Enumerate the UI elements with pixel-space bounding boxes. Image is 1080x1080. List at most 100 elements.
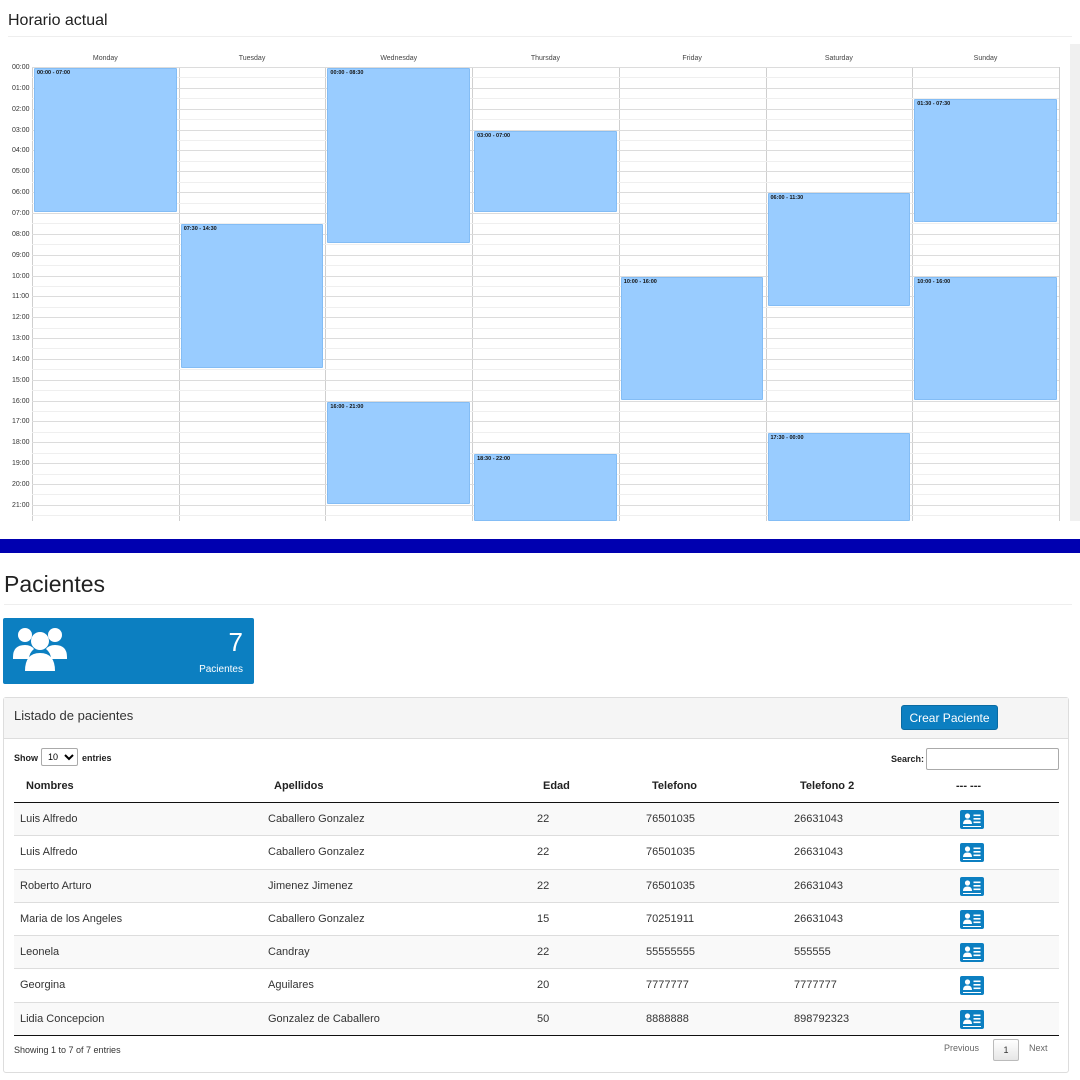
create-patient-button[interactable]: Crear Paciente — [901, 705, 998, 730]
cell-nombres: Luis Alfredo — [20, 846, 78, 859]
hour-label: 16:00 — [12, 397, 30, 405]
hour-label: 01:00 — [12, 84, 30, 92]
patient-card-icon — [963, 813, 981, 827]
cell-telefono-2: 26631043 — [794, 846, 843, 859]
hour-label: 00:00 — [12, 64, 30, 71]
hour-label: 10:00 — [12, 272, 30, 280]
cell-telefono-2: 898792323 — [794, 1012, 850, 1025]
cell-apellidos: Caballero Gonzalez — [268, 846, 365, 859]
hour-line — [32, 67, 1059, 68]
search-input[interactable] — [926, 748, 1059, 770]
schedule-event[interactable]: 18:30 - 22:00 — [474, 453, 617, 521]
hour-label: 08:00 — [12, 230, 30, 238]
cell-edad: 20 — [537, 979, 550, 992]
cell-edad: 50 — [537, 1012, 550, 1025]
day-header-friday: Friday — [682, 55, 702, 62]
column-header-telefono[interactable]: Telefono — [652, 780, 697, 792]
half-hour-line — [32, 390, 1059, 392]
view-patient-button[interactable] — [960, 810, 984, 829]
cell-edad: 22 — [537, 846, 550, 859]
patient-card-icon — [963, 979, 981, 994]
view-patient-button[interactable] — [960, 909, 984, 929]
half-hour-line — [32, 119, 1059, 121]
patient-card-icon — [963, 913, 981, 927]
hour-label: 14:00 — [12, 355, 30, 363]
schedule-event[interactable]: 10:00 - 16:00 — [914, 276, 1057, 400]
hour-line — [32, 87, 1059, 89]
table-row: Lidia Concepcion Gonzalez de Caballero 50 8… — [14, 1002, 1059, 1037]
day-header-saturday: Saturday — [824, 55, 853, 62]
column-header-telefono-2[interactable]: Telefono 2 — [800, 780, 854, 792]
schedule-event[interactable]: 00:00 - 08:30 — [327, 68, 471, 244]
cell-edad: 22 — [537, 946, 550, 959]
hour-label: 04:00 — [12, 147, 30, 155]
hour-label: 07:00 — [12, 209, 30, 217]
page-1-button[interactable]: 1 — [993, 1039, 1019, 1061]
day-header-sunday: Sunday — [973, 55, 998, 62]
half-hour-line — [32, 411, 1059, 413]
table-header: Nombres Apellidos Edad Telefono Telefono… — [14, 772, 1059, 803]
cell-telefono-2: 7777777 — [794, 979, 837, 992]
cell-apellidos: Caballero Gonzalez — [268, 912, 365, 925]
patients-count-label: Pacientes — [199, 664, 243, 675]
hour-line — [32, 108, 1059, 110]
length-show-label: Show — [14, 753, 38, 763]
day-header-tuesday: Tuesday — [238, 55, 266, 62]
entries-length-select[interactable]: 10 — [41, 748, 78, 766]
hour-label: 11:00 — [12, 293, 29, 301]
table-row: Georgina Aguilares 20 7777777 7777777 — [14, 969, 1059, 1003]
cell-telefono-2: 26631043 — [794, 813, 843, 825]
panel-title: Listado de pacientes — [14, 708, 134, 723]
table-row: Leonela Candray 22 55555555 555555 — [14, 936, 1059, 970]
column-header-edad[interactable]: Edad — [543, 780, 570, 792]
patient-card-icon — [963, 846, 981, 861]
next-page-button[interactable]: Next — [1023, 1039, 1054, 1057]
cell-telefono-2: 555555 — [794, 946, 831, 959]
schedule-event[interactable]: 01:30 - 07:30 — [914, 99, 1057, 223]
cell-telefono: 76501035 — [646, 813, 695, 825]
column-header-nombres[interactable]: Nombres — [26, 780, 74, 792]
previous-page-button[interactable]: Previous — [938, 1039, 985, 1057]
hour-label: 12:00 — [12, 314, 30, 322]
hour-label: 02:00 — [12, 105, 30, 113]
cell-nombres: Leonela — [20, 946, 60, 959]
view-patient-button[interactable] — [960, 943, 984, 963]
column-header-apellidos[interactable]: Apellidos — [274, 780, 324, 792]
hour-label: 20:00 — [12, 481, 30, 488]
view-patient-button[interactable] — [960, 976, 984, 996]
schedule-event[interactable]: 06:00 - 11:30 — [767, 193, 911, 306]
cell-telefono: 8888888 — [646, 1012, 689, 1025]
hour-label: 17:00 — [12, 418, 30, 426]
view-patient-button[interactable] — [960, 1009, 984, 1029]
day-header-wednesday: Wednesday — [380, 55, 418, 62]
cell-nombres: Roberto Arturo — [20, 879, 92, 892]
hour-label: 09:00 — [12, 251, 30, 259]
hour-label: 13:00 — [12, 335, 30, 343]
schedule-scrollbar[interactable] — [1070, 44, 1080, 521]
half-hour-line — [32, 77, 1059, 79]
patient-card-icon — [963, 1013, 981, 1027]
schedule-event[interactable]: 10:00 - 16:00 — [620, 276, 764, 400]
cell-edad: 22 — [537, 879, 550, 892]
cell-edad: 15 — [537, 912, 550, 925]
view-patient-button[interactable] — [960, 843, 984, 863]
view-patient-button[interactable] — [960, 876, 984, 896]
panel-header: Listado de pacientes Crear Paciente — [4, 698, 1068, 739]
cell-telefono-2: 26631043 — [794, 912, 843, 925]
schedule-event[interactable]: 07:30 - 14:30 — [180, 224, 324, 369]
schedule-event[interactable]: 16:00 - 21:00 — [327, 401, 471, 504]
patients-title-rule — [4, 604, 1072, 605]
cell-telefono: 55555555 — [646, 946, 695, 959]
half-hour-line — [32, 98, 1059, 100]
cell-telefono: 7777777 — [646, 979, 689, 992]
cell-apellidos: Candray — [268, 946, 310, 959]
cell-nombres: Maria de los Angeles — [20, 912, 123, 925]
schedule-event[interactable]: 00:00 - 07:00 — [34, 68, 177, 212]
cell-nombres: Luis Alfredo — [20, 813, 78, 825]
schedule-event[interactable]: 17:30 - 00:00 — [767, 432, 911, 521]
hour-label: 21:00 — [12, 501, 30, 509]
patient-card-icon — [963, 879, 981, 894]
schedule-event[interactable]: 03:00 - 07:00 — [474, 130, 617, 212]
patients-count-card[interactable]: 7 Pacientes — [3, 618, 254, 684]
cell-apellidos: Caballero Gonzalez — [268, 813, 365, 825]
